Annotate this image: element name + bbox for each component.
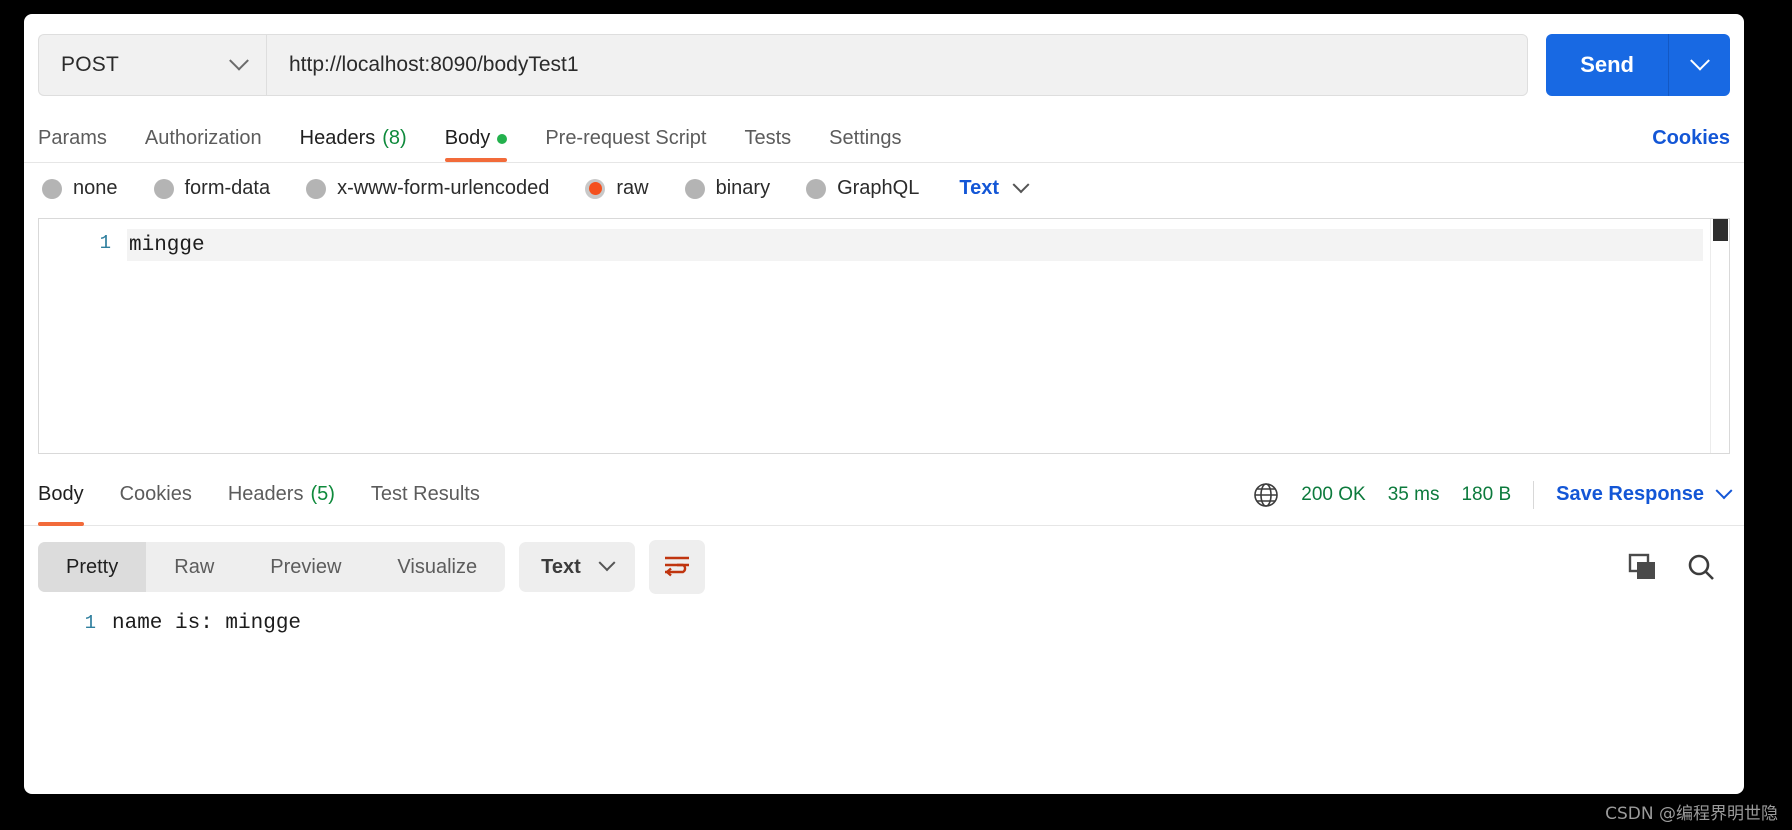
chevron-down-icon: [1716, 482, 1733, 499]
tab-count: (5): [310, 483, 334, 506]
tab-authorization[interactable]: Authorization: [145, 127, 262, 162]
tab-label: Headers: [228, 483, 304, 506]
body-type-raw[interactable]: raw: [585, 177, 648, 200]
response-tabs: Body Cookies Headers (5) Test Results: [24, 464, 1744, 526]
body-type-label: form-data: [185, 177, 271, 200]
request-tabs: Params Authorization Headers (8) Body Pr…: [24, 110, 1744, 162]
tab-label: Settings: [829, 127, 901, 150]
save-response-label: Save Response: [1556, 483, 1704, 506]
postman-window: POST http://localhost:8090/bodyTest1 Sen…: [24, 14, 1744, 794]
globe-icon: [1253, 482, 1279, 508]
tab-label: Authorization: [145, 127, 262, 150]
tab-headers[interactable]: Headers (8): [300, 127, 407, 162]
tab-label: Params: [38, 127, 107, 150]
url-input[interactable]: http://localhost:8090/bodyTest1: [266, 34, 1528, 96]
body-type-radio-row: none form-data x-www-form-urlencoded raw…: [24, 163, 1744, 214]
tab-label: Body: [445, 127, 491, 150]
word-wrap-icon: [663, 553, 691, 582]
radio-icon: [306, 179, 326, 199]
tab-label: Body: [38, 483, 84, 506]
chevron-down-icon: [1690, 51, 1710, 71]
radio-icon: [685, 179, 705, 199]
watermark: CSDN @编程界明世隐: [1605, 799, 1778, 824]
tab-count: (8): [382, 127, 406, 150]
view-mode-group: Pretty Raw Preview Visualize: [38, 542, 505, 592]
radio-icon: [42, 179, 62, 199]
radio-icon: [806, 179, 826, 199]
body-type-none[interactable]: none: [42, 177, 118, 200]
save-response-button[interactable]: Save Response: [1556, 483, 1730, 506]
tab-pre-request-script[interactable]: Pre-request Script: [545, 127, 706, 162]
response-tab-body[interactable]: Body: [38, 464, 84, 526]
response-tab-test-results[interactable]: Test Results: [371, 464, 480, 526]
editor-line-1[interactable]: mingge: [127, 229, 1703, 261]
view-mode-raw[interactable]: Raw: [146, 542, 242, 592]
cookies-link[interactable]: Cookies: [1652, 127, 1730, 162]
tab-body[interactable]: Body: [445, 127, 508, 162]
view-mode-pretty[interactable]: Pretty: [38, 542, 146, 592]
screenshot-root: POST http://localhost:8090/bodyTest1 Sen…: [0, 0, 1792, 830]
status-code: 200 OK: [1301, 484, 1365, 506]
response-format-label: Text: [541, 556, 581, 579]
tab-tests[interactable]: Tests: [744, 127, 791, 162]
tab-label: Headers: [300, 127, 376, 150]
response-time: 35 ms: [1388, 484, 1440, 506]
body-type-form-data[interactable]: form-data: [154, 177, 271, 200]
scrollbar-thumb[interactable]: [1713, 219, 1728, 241]
response-tab-headers[interactable]: Headers (5): [228, 464, 335, 526]
response-meta: 200 OK 35 ms 180 B Save Response: [1253, 481, 1730, 509]
raw-format-select[interactable]: Text: [959, 177, 1027, 200]
raw-format-label: Text: [959, 177, 999, 200]
body-type-graphql[interactable]: GraphQL: [806, 177, 919, 200]
view-mode-preview[interactable]: Preview: [242, 542, 369, 592]
tab-label: Test Results: [371, 483, 480, 506]
response-tool-icons: [1628, 552, 1730, 582]
search-icon[interactable]: [1686, 552, 1716, 582]
view-mode-visualize[interactable]: Visualize: [369, 542, 505, 592]
body-type-label: x-www-form-urlencoded: [337, 177, 549, 200]
chevron-down-icon: [229, 51, 249, 71]
body-type-label: GraphQL: [837, 177, 919, 200]
divider: [1533, 481, 1534, 509]
radio-selected-icon: [585, 179, 605, 199]
editor-vertical-scrollbar[interactable]: [1710, 219, 1729, 453]
editor-code-area[interactable]: mingge: [127, 219, 1729, 453]
word-wrap-button[interactable]: [649, 540, 705, 594]
body-modified-dot-icon: [497, 134, 507, 144]
copy-icon[interactable]: [1628, 553, 1658, 581]
response-line-numbers: 1: [24, 612, 112, 635]
request-body-editor[interactable]: 1 mingge: [38, 218, 1730, 454]
response-size: 180 B: [1461, 484, 1511, 506]
body-type-label: raw: [616, 177, 648, 200]
tab-settings[interactable]: Settings: [829, 127, 901, 162]
response-tab-cookies[interactable]: Cookies: [120, 464, 192, 526]
editor-line-numbers: 1: [39, 219, 127, 453]
response-body-text: name is: mingge: [112, 612, 301, 635]
body-type-urlencoded[interactable]: x-www-form-urlencoded: [306, 177, 549, 200]
response-body-viewer: 1 name is: mingge: [24, 604, 1744, 635]
body-type-label: none: [73, 177, 118, 200]
chevron-down-icon: [598, 554, 615, 571]
chevron-down-icon: [1013, 176, 1030, 193]
request-url-row: POST http://localhost:8090/bodyTest1 Sen…: [24, 14, 1744, 110]
send-options-button[interactable]: [1668, 34, 1730, 96]
body-type-label: binary: [716, 177, 770, 200]
tab-label: Cookies: [120, 483, 192, 506]
body-type-binary[interactable]: binary: [685, 177, 770, 200]
tab-label: Pre-request Script: [545, 127, 706, 150]
send-button[interactable]: Send: [1546, 34, 1668, 96]
tab-params[interactable]: Params: [38, 127, 107, 162]
tab-label: Tests: [744, 127, 791, 150]
http-method-select[interactable]: POST: [38, 34, 266, 96]
response-view-toolbar: Pretty Raw Preview Visualize Text: [24, 526, 1744, 604]
response-format-select[interactable]: Text: [519, 542, 635, 592]
http-method-label: POST: [61, 53, 119, 77]
send-button-group: Send: [1546, 34, 1730, 96]
radio-icon: [154, 179, 174, 199]
